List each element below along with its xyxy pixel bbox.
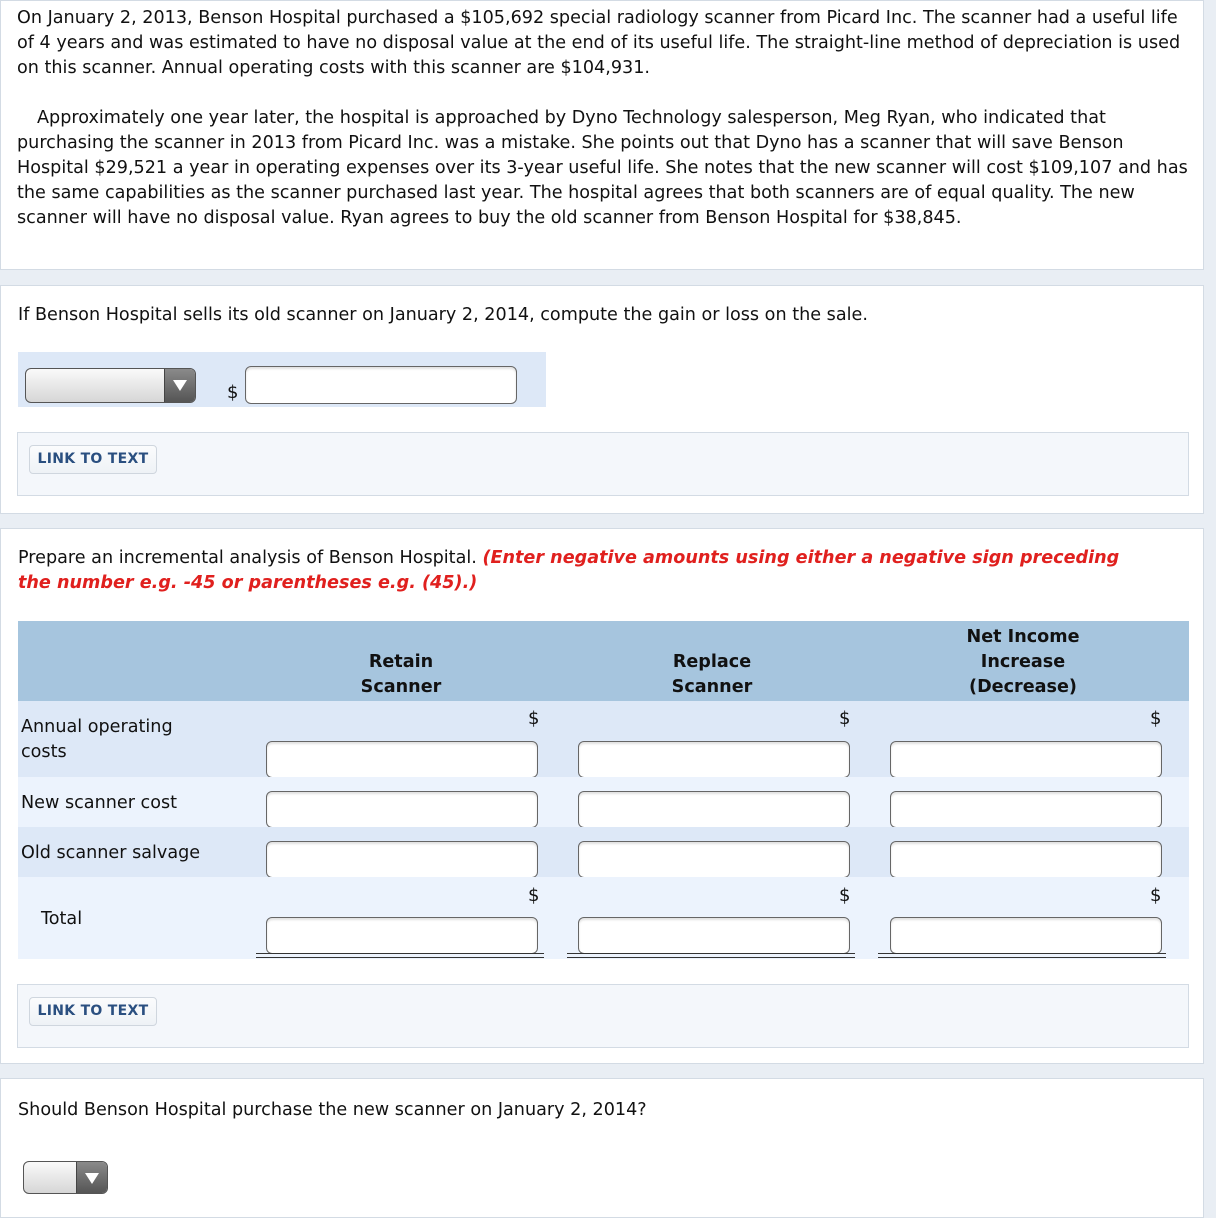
currency-symbol: $ bbox=[1150, 885, 1162, 906]
retain-new-scanner-cost-input[interactable] bbox=[266, 791, 538, 828]
link-to-text-button[interactable]: LINK TO TEXT bbox=[29, 997, 157, 1026]
currency-symbol: $ bbox=[839, 708, 851, 729]
net-income-old-scanner-salvage-input[interactable] bbox=[890, 841, 1162, 878]
retain-annual-operating-costs-input[interactable] bbox=[266, 741, 538, 778]
decision-select[interactable] bbox=[23, 1161, 108, 1194]
row-label: Total bbox=[41, 909, 83, 929]
link-to-text-box: LINK TO TEXT bbox=[17, 432, 1189, 496]
table-row-total: Total $ $ $ bbox=[18, 877, 1189, 959]
total-double-underline bbox=[567, 953, 855, 958]
replace-old-scanner-salvage-input[interactable] bbox=[578, 841, 850, 878]
gain-loss-amount-input[interactable] bbox=[245, 366, 517, 404]
chevron-down-icon[interactable] bbox=[164, 369, 195, 402]
column-header-line: (Decrease) bbox=[969, 677, 1077, 697]
link-to-text-button[interactable]: LINK TO TEXT bbox=[29, 445, 157, 474]
replace-new-scanner-cost-input[interactable] bbox=[578, 791, 850, 828]
incremental-analysis-panel: Prepare an incremental analysis of Benso… bbox=[0, 528, 1204, 1064]
total-double-underline bbox=[878, 953, 1166, 958]
replace-annual-operating-costs-input[interactable] bbox=[578, 741, 850, 778]
incremental-question-text: Prepare an incremental analysis of Benso… bbox=[18, 548, 477, 568]
table-row-new-scanner-cost: New scanner cost bbox=[18, 777, 1189, 828]
gain-loss-question: If Benson Hospital sells its old scanner… bbox=[18, 305, 868, 325]
net-income-new-scanner-cost-input[interactable] bbox=[890, 791, 1162, 828]
column-header-line: Net Income bbox=[966, 627, 1080, 647]
currency-symbol: $ bbox=[1150, 708, 1162, 729]
problem-paragraph-2: Approximately one year later, the hospit… bbox=[17, 108, 1188, 228]
replace-total-input[interactable] bbox=[578, 917, 850, 954]
table-header: Retain Scanner Replace Scanner Net Incom… bbox=[18, 621, 1189, 701]
table-row-annual-operating-costs: Annual operating costs $ $ $ bbox=[18, 701, 1189, 778]
decision-question: Should Benson Hospital purchase the new … bbox=[18, 1100, 647, 1120]
total-double-underline bbox=[256, 953, 544, 958]
chevron-down-icon[interactable] bbox=[76, 1162, 107, 1193]
retain-total-input[interactable] bbox=[266, 917, 538, 954]
net-income-annual-operating-costs-input[interactable] bbox=[890, 741, 1162, 778]
column-header-line: Retain bbox=[368, 652, 434, 672]
column-header-net-income: Net Income Increase (Decrease) bbox=[878, 625, 1168, 700]
currency-symbol: $ bbox=[839, 885, 851, 906]
gain-loss-answer-row: $ bbox=[18, 352, 546, 407]
column-header-line: Scanner bbox=[671, 677, 753, 697]
gain-loss-panel: If Benson Hospital sells its old scanner… bbox=[0, 285, 1204, 514]
gain-loss-select[interactable] bbox=[25, 368, 196, 403]
currency-symbol: $ bbox=[528, 885, 540, 906]
row-label: Old scanner salvage bbox=[21, 843, 201, 863]
column-header-line: Replace bbox=[672, 652, 752, 672]
incremental-question: Prepare an incremental analysis of Benso… bbox=[18, 546, 1138, 596]
row-label: New scanner cost bbox=[21, 793, 178, 813]
column-header-replace: Replace Scanner bbox=[567, 650, 857, 700]
currency-symbol: $ bbox=[528, 708, 540, 729]
decision-panel: Should Benson Hospital purchase the new … bbox=[0, 1078, 1204, 1218]
incremental-analysis-table: Retain Scanner Replace Scanner Net Incom… bbox=[18, 621, 1189, 959]
column-header-retain: Retain Scanner bbox=[256, 650, 546, 700]
problem-panel: On January 2, 2013, Benson Hospital purc… bbox=[0, 0, 1204, 270]
column-header-line: Scanner bbox=[360, 677, 442, 697]
column-header-line: Increase bbox=[980, 652, 1066, 672]
retain-old-scanner-salvage-input[interactable] bbox=[266, 841, 538, 878]
currency-symbol: $ bbox=[227, 382, 239, 403]
link-to-text-box: LINK TO TEXT bbox=[17, 984, 1189, 1048]
net-income-total-input[interactable] bbox=[890, 917, 1162, 954]
problem-paragraph-1: On January 2, 2013, Benson Hospital purc… bbox=[17, 8, 1181, 78]
table-row-old-scanner-salvage: Old scanner salvage bbox=[18, 827, 1189, 878]
row-label: Annual operating costs bbox=[21, 717, 173, 762]
